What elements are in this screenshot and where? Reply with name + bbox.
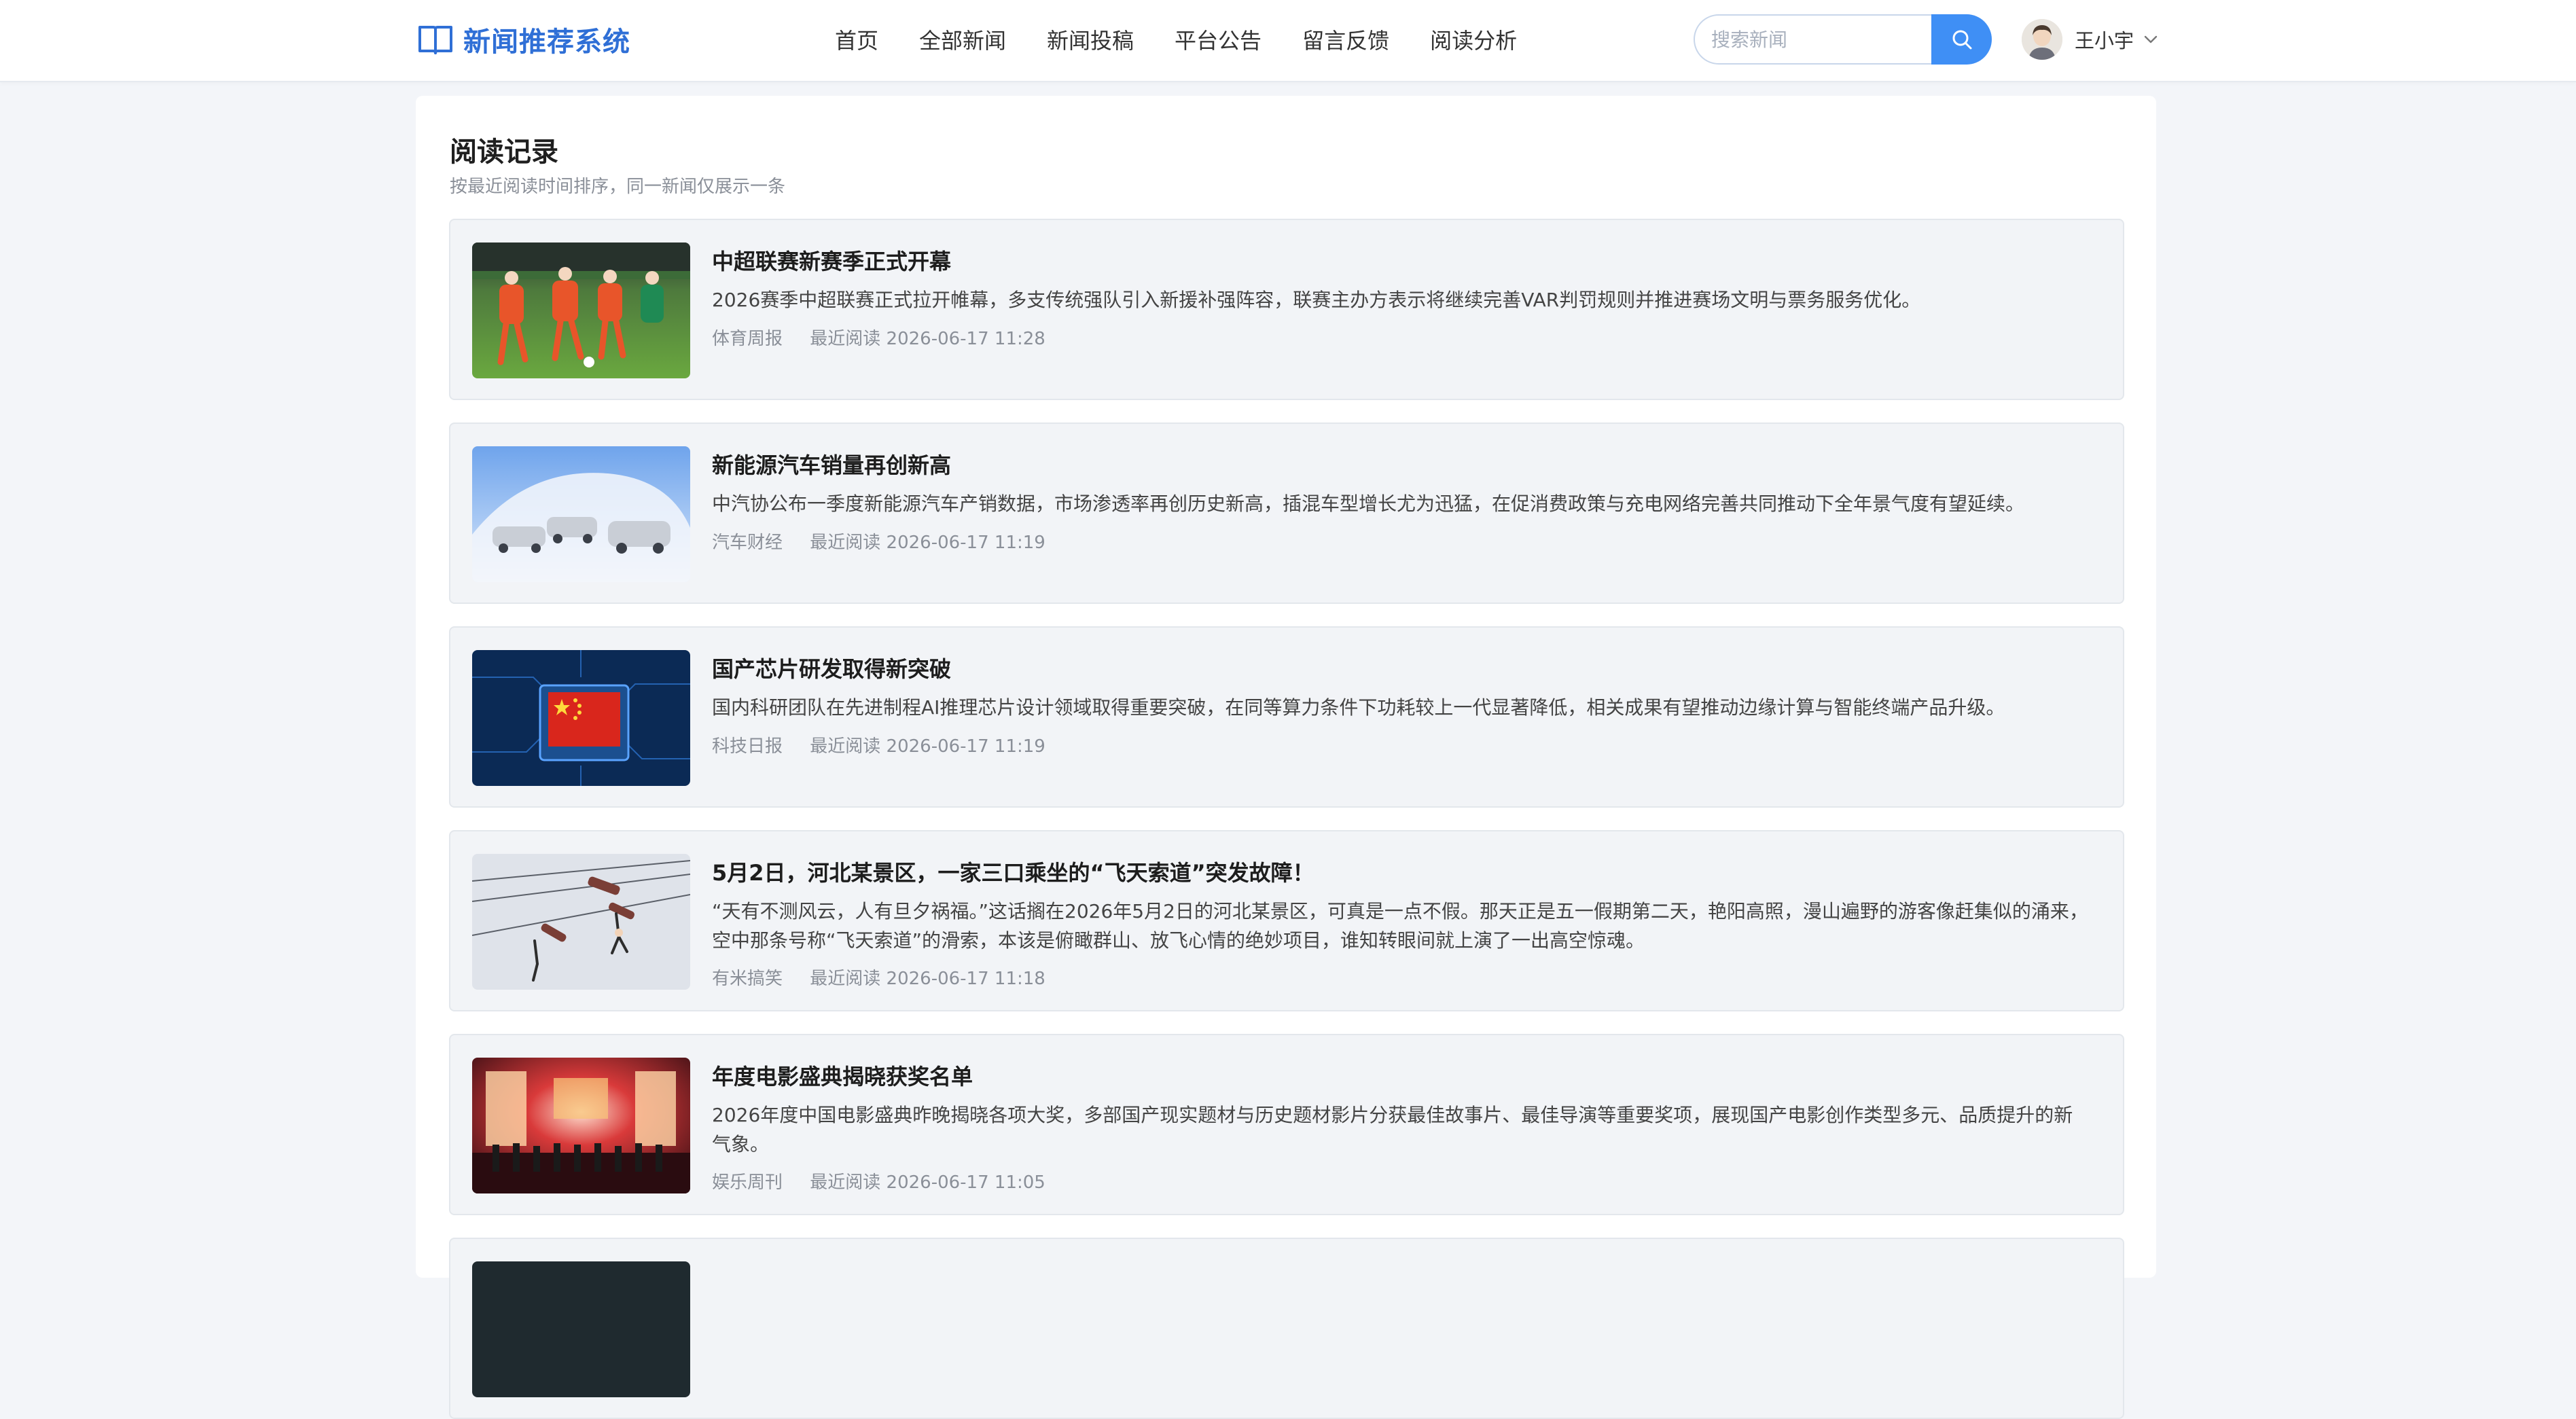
user-name: 王小宇 [2075,29,2134,52]
chevron-down-icon [2144,35,2158,43]
user-menu[interactable]: 王小宇 [2022,16,2160,62]
search-icon [1952,30,1971,50]
news-meta: 体育周报 最近阅读 2026-06-17 11:28 [712,325,1045,350]
news-meta: 科技日报 最近阅读 2026-06-17 11:19 [712,732,1045,757]
nav-submit-news[interactable]: 新闻投稿 [1047,24,1134,55]
news-summary: 国内科研团队在先进制程AI推理芯片设计领域取得重要突破，在同等算力条件下功耗较上… [712,696,2005,719]
reading-record-item[interactable]: 新能源汽车销量再创新高 中汽协公布一季度新能源汽车产销数据，市场渗透率再创历史新… [449,423,2124,604]
news-source: 科技日报 [712,736,783,757]
search-button[interactable] [1931,14,1992,65]
reading-record-item[interactable]: 年度电影盛典揭晓获奖名单 2026年度中国电影盛典昨晚揭晓各项大奖，多部国产现实… [449,1034,2124,1215]
news-title[interactable]: 新能源汽车销量再创新高 [712,448,951,480]
electric-cars-photo-icon [472,446,690,582]
search-input[interactable] [1694,14,1931,65]
news-read-time: 最近阅读 2026-06-17 11:19 [810,533,1045,553]
news-title[interactable]: 年度电影盛典揭晓获奖名单 [712,1060,973,1091]
nav-reading-analysis[interactable]: 阅读分析 [1430,24,1517,55]
news-title[interactable]: 中超联赛新赛季正式开幕 [712,245,951,276]
news-summary: “天有不测风云，人有旦夕祸福。”这话搁在2026年5月2日的河北某景区，可真是一… [712,900,2088,952]
news-title[interactable]: 国产芯片研发取得新突破 [712,652,951,683]
nav-all-news[interactable]: 全部新闻 [919,24,1006,55]
brand-title: 新闻推荐系统 [463,26,630,58]
news-source: 体育周报 [712,329,783,349]
brand-logo[interactable]: 新闻推荐系统 [417,20,630,58]
nav-feedback[interactable]: 留言反馈 [1302,24,1389,55]
chip-flag-photo-icon [472,650,690,786]
news-read-time: 最近阅读 2026-06-17 11:28 [810,329,1045,349]
reading-record-item[interactable]: 5月2日，河北某景区，一家三口乘坐的“飞天索道”突发故障！ “天有不测风云，人有… [449,830,2124,1011]
nav-home[interactable]: 首页 [835,24,878,55]
page-title: 阅读记录 [450,137,558,168]
news-summary: 中汽协公布一季度新能源汽车产销数据，市场渗透率再创历史新高，插混车型增长尤为迅猛… [712,492,2025,515]
main-nav: 首页 全部新闻 新闻投稿 平台公告 留言反馈 阅读分析 [835,22,1558,57]
news-thumbnail[interactable] [472,446,690,582]
reading-record-item[interactable] [449,1238,2124,1419]
reading-record-item[interactable]: 国产芯片研发取得新突破 国内科研团队在先进制程AI推理芯片设计领域取得重要突破，… [449,626,2124,808]
award-stage-photo-icon [472,1058,690,1193]
news-source: 有米搞笑 [712,969,783,989]
news-source: 娱乐周刊 [712,1172,783,1193]
avatar [2022,19,2062,60]
news-thumbnail[interactable] [472,243,690,378]
nav-announcements[interactable]: 平台公告 [1175,24,1262,55]
news-source: 汽车财经 [712,533,783,553]
news-thumbnail[interactable] [472,650,690,786]
zipline-photo-icon [472,854,690,990]
news-meta: 汽车财经 最近阅读 2026-06-17 11:19 [712,528,1045,554]
news-summary: 2026年度中国电影盛典昨晚揭晓各项大奖，多部国产现实题材与历史题材影片分获最佳… [712,1104,2073,1155]
news-title[interactable]: 5月2日，河北某景区，一家三口乘坐的“飞天索道”突发故障！ [712,856,1314,887]
news-thumbnail[interactable] [472,854,690,990]
news-read-time: 最近阅读 2026-06-17 11:19 [810,736,1045,757]
football-match-photo-icon [472,243,690,378]
search-box [1694,14,1992,65]
news-thumbnail[interactable] [472,1058,690,1193]
news-thumbnail[interactable] [472,1261,690,1397]
reading-record-item[interactable]: 中超联赛新赛季正式开幕 2026赛季中超联赛正式拉开帷幕，多支传统强队引入新援补… [449,219,2124,400]
news-read-time: 最近阅读 2026-06-17 11:05 [810,1172,1045,1193]
book-icon [418,26,452,54]
reading-history-panel: 阅读记录 按最近阅读时间排序，同一新闻仅展示一条 中超联赛新赛季正式开幕 202… [416,96,2156,1419]
news-meta: 娱乐周刊 最近阅读 2026-06-17 11:05 [712,1168,1045,1193]
news-read-time: 最近阅读 2026-06-17 11:18 [810,969,1045,989]
page-subtitle: 按最近阅读时间排序，同一新闻仅展示一条 [450,177,786,197]
top-navbar: 新闻推荐系统 首页 全部新闻 新闻投稿 平台公告 留言反馈 阅读分析 王小宇 [0,0,2576,82]
news-summary: 2026赛季中超联赛正式拉开帷幕，多支传统强队引入新援补强阵容，联赛主办方表示将… [712,289,1921,311]
news-meta: 有米搞笑 最近阅读 2026-06-17 11:18 [712,965,1045,990]
